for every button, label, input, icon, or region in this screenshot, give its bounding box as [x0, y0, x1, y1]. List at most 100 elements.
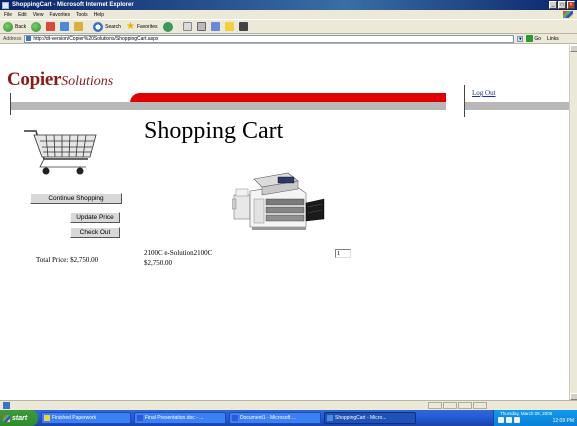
folder-button[interactable] — [224, 22, 234, 31]
maximize-button[interactable]: □ — [558, 1, 566, 9]
home-button[interactable] — [74, 22, 84, 31]
logo-sub-text: Solutions — [61, 74, 114, 89]
star-icon: ★ — [125, 20, 135, 32]
refresh-button[interactable] — [60, 22, 70, 31]
start-label: start — [12, 414, 28, 422]
volume-icon[interactable] — [506, 417, 512, 423]
banner-divider-left — [10, 93, 11, 115]
page-icon — [26, 36, 32, 41]
search-icon — [93, 21, 104, 32]
ie-icon — [327, 415, 333, 421]
task-label: Finished Paperwork — [52, 415, 97, 421]
header-banner-left — [10, 102, 130, 110]
print-button[interactable] — [196, 22, 206, 31]
check-out-button[interactable]: Check Out — [70, 227, 120, 238]
window-controls: _ □ × — [549, 1, 575, 9]
scroll-down-arrow-icon[interactable] — [570, 393, 577, 400]
site-logo: CopierSolutions — [7, 69, 113, 91]
page-title: Shopping Cart — [144, 118, 284, 144]
stop-icon — [46, 22, 56, 31]
favorites-button[interactable]: ★ Favorites — [125, 20, 158, 32]
mail-icon — [182, 22, 192, 31]
status-panes — [428, 402, 487, 409]
go-button[interactable]: Go — [526, 35, 541, 42]
favorites-label: Favorites — [136, 23, 158, 30]
scroll-up-arrow-icon[interactable] — [570, 45, 577, 52]
menu-tools[interactable]: Tools — [76, 12, 88, 18]
task-label: ShoppingCart - Micro... — [335, 415, 387, 421]
shopping-cart-icon — [24, 130, 97, 175]
task-document1[interactable]: Document1 - Microsoft ... — [229, 412, 321, 424]
status-pane — [473, 402, 487, 409]
back-label: Back — [15, 23, 27, 30]
folder-icon — [44, 415, 50, 421]
menu-file[interactable]: File — [4, 12, 12, 18]
back-arrow-icon — [3, 21, 13, 32]
status-bar — [0, 400, 577, 410]
task-shoppingcart[interactable]: ShoppingCart - Micro... — [324, 412, 416, 424]
edit-icon — [210, 22, 220, 31]
media-button[interactable] — [162, 21, 173, 32]
go-arrow-icon — [526, 35, 534, 42]
stop-button[interactable] — [46, 22, 56, 31]
task-label: Final Presentation.doc - ... — [145, 415, 204, 421]
address-label: Address — [3, 35, 22, 42]
status-pane — [428, 402, 442, 409]
taskbar: start Finished Paperwork Final Presentat… — [0, 410, 577, 426]
print-icon — [196, 22, 206, 31]
header-banner-right — [464, 102, 569, 110]
total-price: Total Price: $2,750.00 — [36, 256, 99, 264]
address-url: http://dt-version/Copier%20Solutions/Sho… — [33, 35, 159, 42]
tray-clock: 12:09 PM — [552, 418, 574, 424]
address-input[interactable]: http://dt-version/Copier%20Solutions/Sho… — [24, 34, 515, 43]
media-icon — [162, 21, 173, 32]
browser-toolbar: Back Search ★ Favorites — [0, 19, 577, 34]
ie-icon — [2, 1, 9, 9]
research-button[interactable] — [238, 22, 248, 31]
links-button[interactable]: Links — [547, 36, 559, 42]
logo-main-text: Copier — [7, 69, 62, 90]
back-button[interactable]: Back — [3, 21, 27, 32]
folder-icon — [224, 22, 234, 31]
task-label: Document1 - Microsoft ... — [240, 415, 296, 421]
network-icon[interactable] — [498, 417, 504, 423]
tray-icons — [498, 417, 520, 423]
vertical-scrollbar[interactable] — [569, 45, 577, 400]
address-bar: Address http://dt-version/Copier%20Solut… — [0, 34, 577, 44]
security-icon[interactable] — [514, 417, 520, 423]
page-viewport: CopierSolutions Log Out Shopping Cart Co… — [0, 45, 569, 400]
minimize-button[interactable]: _ — [549, 1, 557, 9]
window-title: ShoppingCart - Microsoft Internet Explor… — [12, 2, 134, 8]
mail-button[interactable] — [182, 22, 192, 31]
start-button[interactable]: start — [0, 410, 38, 426]
menu-help[interactable]: Help — [94, 12, 104, 18]
header-banner-center — [130, 102, 446, 110]
update-price-button[interactable]: Update Price — [70, 212, 120, 223]
word-icon — [232, 415, 238, 421]
logout-link[interactable]: Log Out — [472, 89, 496, 97]
forward-button[interactable] — [31, 21, 42, 32]
search-button[interactable]: Search — [93, 21, 121, 32]
forward-arrow-icon — [31, 21, 42, 32]
search-label: Search — [105, 23, 121, 30]
menu-bar: File Edit View Favorites Tools Help — [0, 10, 577, 19]
cart-item-price: $2,750.00 — [144, 259, 172, 267]
address-dropdown-icon[interactable]: ▼ — [517, 35, 524, 42]
menu-favorites[interactable]: Favorites — [49, 12, 70, 18]
task-final-presentation[interactable]: Final Presentation.doc - ... — [134, 412, 226, 424]
edit-button[interactable] — [210, 22, 220, 31]
research-icon — [238, 22, 248, 31]
close-button[interactable]: × — [567, 1, 575, 9]
task-finished-paperwork[interactable]: Finished Paperwork — [41, 412, 131, 424]
quantity-input[interactable]: 1 — [335, 249, 351, 258]
windows-logo-icon — [563, 11, 573, 18]
window-title-bar: ShoppingCart - Microsoft Internet Explor… — [0, 0, 577, 10]
cart-item-name: 2100C e-Solution2100C — [144, 249, 213, 257]
tray-date: Thursday, March 09, 2006 — [500, 411, 553, 416]
banner-divider-right — [464, 85, 465, 117]
status-pane — [443, 402, 457, 409]
home-icon — [74, 22, 84, 31]
continue-shopping-button[interactable]: Continue Shopping — [30, 193, 122, 204]
menu-view[interactable]: View — [33, 12, 44, 18]
menu-edit[interactable]: Edit — [18, 12, 27, 18]
